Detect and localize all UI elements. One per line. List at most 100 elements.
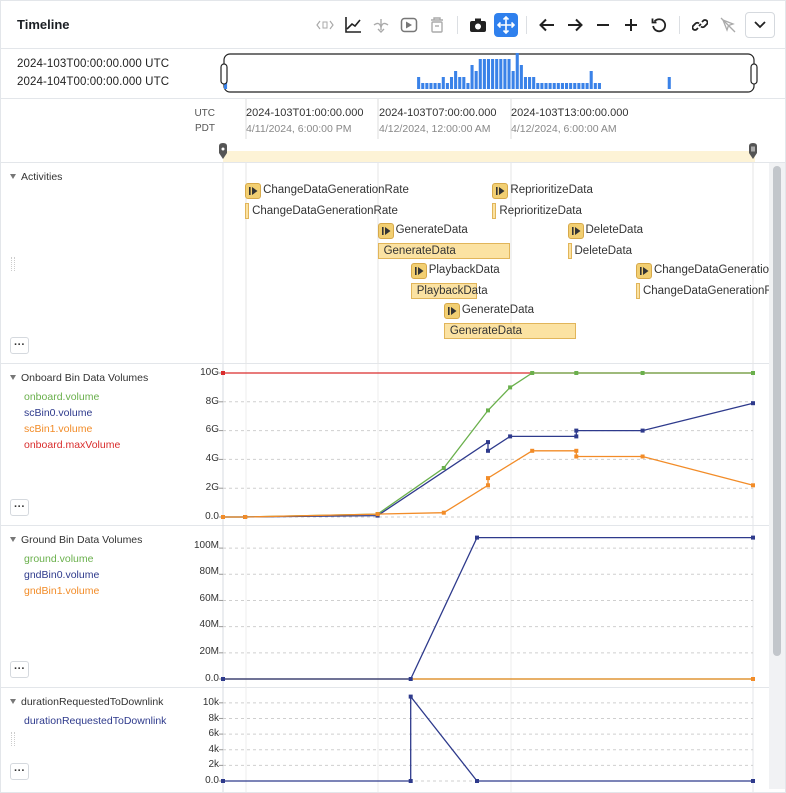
- data-point: [486, 476, 490, 481]
- histogram-bars: [224, 53, 671, 89]
- filter-down-icon[interactable]: [369, 13, 393, 37]
- camera-icon[interactable]: [466, 13, 490, 37]
- activity-bar[interactable]: ChangeDataGenerationRate: [635, 283, 785, 299]
- histogram-bar: [466, 83, 470, 89]
- histogram-bar: [482, 59, 486, 89]
- histogram-bar: [421, 83, 425, 89]
- range-overview: 2024-103T00:00:00.000 UTC 2024-104T00:00…: [1, 49, 786, 99]
- activity-label: GenerateData: [395, 224, 468, 236]
- histogram-bar: [519, 65, 523, 89]
- activity-bar[interactable]: ChangeDataGenerationRate: [245, 203, 398, 219]
- plus-icon[interactable]: [619, 13, 643, 37]
- cursor-off-icon[interactable]: [716, 13, 740, 37]
- activity-label: DeleteData: [585, 224, 644, 236]
- histogram-bar: [429, 83, 433, 89]
- histogram-bar: [417, 77, 421, 89]
- histogram-bar: [556, 83, 560, 89]
- histogram-bar: [441, 77, 445, 89]
- row-activities: Activities ··· ChangeDataGenerationRate C…: [1, 163, 785, 364]
- histogram-bar: [499, 59, 503, 89]
- activity-play-icon[interactable]: [245, 183, 262, 199]
- panel-title: Timeline: [17, 17, 70, 32]
- histogram-bar: [581, 83, 585, 89]
- activity-bar[interactable]: ReprioritizeData: [492, 203, 582, 219]
- activity-bar[interactable]: DeleteData: [567, 243, 632, 259]
- histogram-bar: [515, 53, 519, 89]
- data-point: [574, 434, 579, 439]
- link-icon[interactable]: [688, 13, 712, 37]
- activity-label: ChangeDataGenerationRate: [263, 184, 409, 196]
- histogram-bar: [536, 83, 540, 89]
- play-box-icon[interactable]: [397, 13, 421, 37]
- arrow-right-icon[interactable]: [563, 13, 587, 37]
- data-point: [486, 408, 490, 413]
- data-point: [751, 401, 755, 406]
- activity-play-icon[interactable]: [443, 303, 460, 319]
- data-point: [530, 448, 535, 453]
- trash-icon[interactable]: [425, 13, 449, 37]
- histogram-bar: [593, 83, 597, 89]
- histogram-bar: [495, 59, 499, 89]
- activity-bar[interactable]: GenerateData: [377, 243, 511, 259]
- data-point: [486, 440, 490, 445]
- scrollbar-thumb[interactable]: [773, 166, 781, 656]
- row-duration: durationRequestedToDownlink durationRequ…: [1, 688, 769, 792]
- histogram-bar: [565, 83, 569, 89]
- data-point: [221, 371, 225, 375]
- histogram-bar: [569, 83, 573, 89]
- histogram-bar: [425, 83, 429, 89]
- arrow-left-icon[interactable]: [535, 13, 559, 37]
- histogram-bar: [454, 71, 458, 89]
- histogram-bar: [503, 59, 507, 89]
- ground-volume-chart[interactable]: [1, 526, 769, 688]
- data-point: [640, 371, 645, 375]
- code-brackets-icon[interactable]: [313, 13, 337, 37]
- histogram-bar: [548, 83, 552, 89]
- activity-label: ReprioritizeData: [510, 184, 593, 196]
- data-point: [486, 483, 490, 488]
- activity-bar[interactable]: PlaybackData: [410, 283, 488, 299]
- activity-play-icon[interactable]: [492, 183, 509, 199]
- row-onboard: Onboard Bin Data Volumes onboard.volume …: [1, 364, 769, 526]
- data-point: [530, 371, 535, 375]
- data-point: [243, 515, 248, 519]
- activity-play-icon[interactable]: [567, 223, 584, 239]
- histogram-bar: [585, 83, 589, 89]
- histogram-bar: [532, 77, 536, 89]
- move-arrows-icon[interactable]: [494, 13, 518, 37]
- data-point: [408, 677, 413, 681]
- activity-play-icon[interactable]: [635, 263, 652, 279]
- duration-chart[interactable]: [1, 688, 769, 792]
- histogram-bar: [540, 83, 544, 89]
- activity-label: ChangeDataGenerationRate: [653, 264, 786, 276]
- data-point: [486, 448, 490, 453]
- histogram-bar: [507, 59, 511, 89]
- data-point: [751, 677, 755, 681]
- line-chart-icon[interactable]: [341, 13, 365, 37]
- series-line: [223, 694, 753, 782]
- data-point: [751, 483, 755, 488]
- activity-play-icon[interactable]: [410, 263, 427, 279]
- data-point: [574, 428, 579, 433]
- data-point: [441, 510, 446, 515]
- histogram-bar: [478, 59, 482, 89]
- onboard-volume-chart[interactable]: [1, 364, 769, 526]
- data-point: [475, 535, 479, 540]
- data-point: [508, 434, 513, 439]
- activity-play-icon[interactable]: [377, 223, 394, 239]
- data-point: [574, 448, 579, 453]
- timeline-panel: Timeline 2024-103T00:00:00.000 UTC 2024-…: [0, 0, 786, 793]
- activity-label: PlaybackData: [428, 264, 500, 276]
- data-point: [408, 779, 413, 783]
- data-point: [221, 779, 225, 783]
- reset-icon[interactable]: [647, 13, 671, 37]
- series-line: [223, 536, 753, 680]
- data-point: [751, 371, 755, 375]
- minus-icon[interactable]: [591, 13, 615, 37]
- range-brush[interactable]: [1, 49, 786, 99]
- chevron-down-icon[interactable]: [745, 12, 775, 38]
- data-point: [408, 694, 413, 699]
- timeline-toolbar: Timeline: [1, 1, 785, 49]
- activity-bar[interactable]: GenerateData: [443, 323, 577, 339]
- histogram-bar: [544, 83, 548, 89]
